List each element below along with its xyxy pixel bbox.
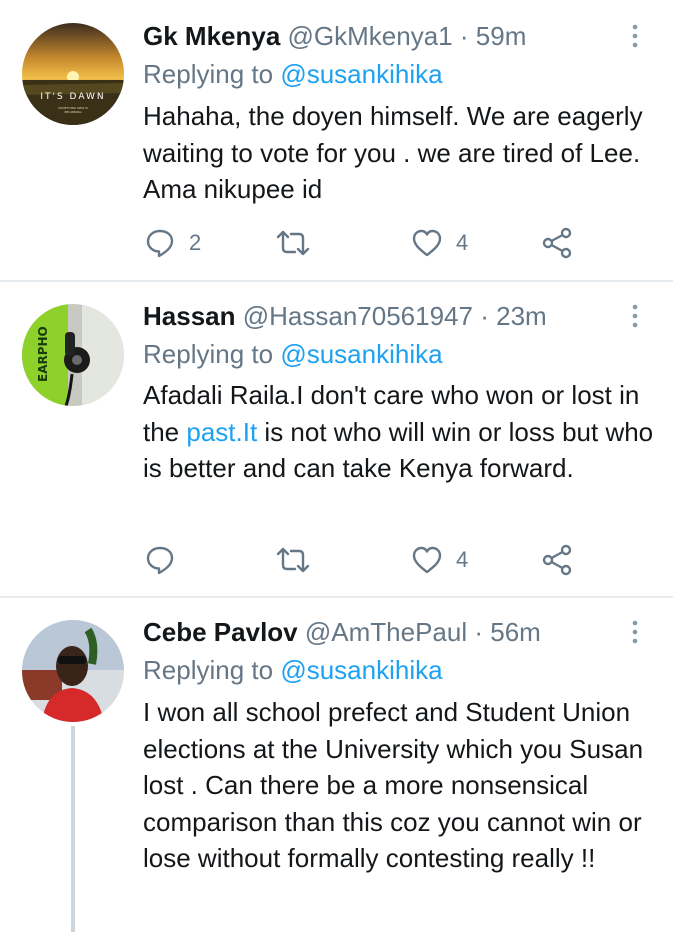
tweet-header: Gk Mkenya @GkMkenya1 · 59m bbox=[143, 20, 526, 52]
tweet-cebe-pavlov[interactable]: Cebe Pavlov @AmThePaul · 56m Replying to… bbox=[0, 598, 673, 932]
tweet-text: Hahaha, the doyen himself. We are eagerl… bbox=[143, 101, 643, 204]
timestamp[interactable]: 59m bbox=[476, 21, 527, 51]
like-icon bbox=[412, 229, 442, 257]
replying-to-link[interactable]: @susankihika bbox=[280, 339, 442, 369]
avatar-caption: IT'S DAWN bbox=[40, 92, 106, 102]
share-icon bbox=[542, 227, 572, 259]
reply-icon bbox=[146, 546, 174, 575]
replying-prefix: Replying to bbox=[143, 655, 274, 685]
replying-prefix: Replying to bbox=[143, 59, 274, 89]
display-name[interactable]: Hassan bbox=[143, 301, 236, 331]
share-icon bbox=[542, 544, 572, 576]
more-icon[interactable] bbox=[628, 304, 642, 328]
reply-button[interactable] bbox=[145, 543, 189, 577]
tweet-header: Cebe Pavlov @AmThePaul · 56m bbox=[143, 616, 541, 648]
separator: · bbox=[459, 21, 469, 51]
retweet-icon bbox=[276, 547, 310, 573]
user-handle[interactable]: @GkMkenya1 bbox=[288, 21, 453, 51]
replying-prefix: Replying to bbox=[143, 339, 274, 369]
replying-to: Replying to @susankihika bbox=[143, 58, 443, 90]
like-icon bbox=[412, 546, 442, 574]
timestamp[interactable]: 23m bbox=[496, 301, 547, 331]
tweet-hassan[interactable]: EARPHO Hassan @Hassan70561947 · 23m Repl… bbox=[0, 282, 673, 596]
reply-count: 2 bbox=[189, 230, 202, 255]
avatar[interactable]: EARPHO bbox=[22, 304, 124, 406]
replying-to: Replying to @susankihika bbox=[143, 338, 443, 370]
more-icon[interactable] bbox=[628, 24, 642, 48]
display-name[interactable]: Cebe Pavlov bbox=[143, 617, 298, 647]
like-count: 4 bbox=[456, 547, 469, 572]
replying-to-link[interactable]: @susankihika bbox=[280, 59, 442, 89]
avatar[interactable]: IT'S DAWN SOMETHING NEW IS BEGINNING bbox=[22, 23, 124, 125]
avatar-caption: EARPHO bbox=[36, 326, 50, 382]
tweet-text: I won all school prefect and Student Uni… bbox=[143, 697, 644, 873]
replying-to-link[interactable]: @susankihika bbox=[280, 655, 442, 685]
reply-icon bbox=[146, 229, 174, 258]
like-button[interactable]: 4 bbox=[412, 543, 468, 577]
avatar[interactable] bbox=[22, 620, 124, 722]
retweet-button[interactable] bbox=[276, 543, 324, 577]
tweet-header: Hassan @Hassan70561947 · 23m bbox=[143, 300, 547, 332]
tweet-text: Afadali Raila.I don't care who won or lo… bbox=[143, 377, 663, 487]
retweet-button[interactable] bbox=[276, 226, 324, 260]
like-button[interactable]: 4 bbox=[412, 226, 468, 260]
share-button[interactable] bbox=[542, 226, 574, 260]
display-name[interactable]: Gk Mkenya bbox=[143, 21, 280, 51]
tweet-text-link[interactable]: past.It bbox=[186, 417, 257, 447]
thread-line bbox=[71, 726, 75, 932]
avatar-subcaption: SOMETHING NEW IS BEGINNING bbox=[57, 106, 89, 114]
user-handle[interactable]: @AmThePaul bbox=[305, 617, 467, 647]
timestamp[interactable]: 56m bbox=[490, 617, 541, 647]
more-icon[interactable] bbox=[628, 620, 642, 644]
tweet-gk-mkenya[interactable]: IT'S DAWN SOMETHING NEW IS BEGINNING Gk … bbox=[0, 0, 673, 280]
like-count: 4 bbox=[456, 230, 469, 255]
share-button[interactable] bbox=[542, 543, 574, 577]
reply-button[interactable]: 2 bbox=[145, 226, 201, 260]
separator: · bbox=[480, 301, 489, 331]
separator: · bbox=[474, 617, 484, 647]
user-handle[interactable]: @Hassan70561947 bbox=[243, 301, 473, 331]
replying-to: Replying to @susankihika bbox=[143, 654, 443, 686]
retweet-icon bbox=[276, 230, 310, 256]
